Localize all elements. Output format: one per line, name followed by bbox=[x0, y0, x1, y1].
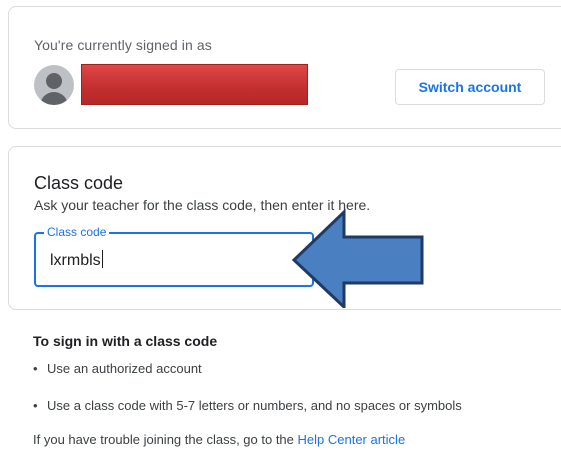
class-code-value: lxrmbls bbox=[50, 252, 101, 269]
switch-account-button[interactable]: Switch account bbox=[395, 69, 545, 105]
help-center-link[interactable]: Help Center article bbox=[298, 432, 406, 447]
account-card: You're currently signed in as Switch acc… bbox=[8, 6, 561, 129]
help-title: To sign in with a class code bbox=[33, 333, 218, 349]
class-code-field-label: Class code bbox=[44, 225, 110, 239]
bullet-text-authorized: Use an authorized account bbox=[47, 361, 202, 376]
redacted-account-name bbox=[81, 64, 308, 105]
class-code-title: Class code bbox=[34, 173, 124, 193]
account-circle-icon bbox=[34, 65, 74, 105]
class-code-input[interactable]: Class code lxrmbls bbox=[34, 225, 314, 287]
list-item: • Use an authorized account bbox=[33, 361, 202, 376]
list-item: • Use a class code with 5-7 letters or nu… bbox=[33, 398, 462, 413]
signed-in-label: You're currently signed in as bbox=[34, 37, 212, 53]
left-arrow-icon bbox=[291, 208, 424, 308]
trouble-text-prefix: If you have trouble joining the class, g… bbox=[33, 432, 298, 447]
trouble-text: If you have trouble joining the class, g… bbox=[33, 432, 405, 447]
bullet-text-code-format: Use a class code with 5-7 letters or num… bbox=[47, 398, 462, 413]
text-caret bbox=[101, 250, 103, 268]
class-code-card: Class code Ask your teacher for the clas… bbox=[8, 146, 561, 310]
